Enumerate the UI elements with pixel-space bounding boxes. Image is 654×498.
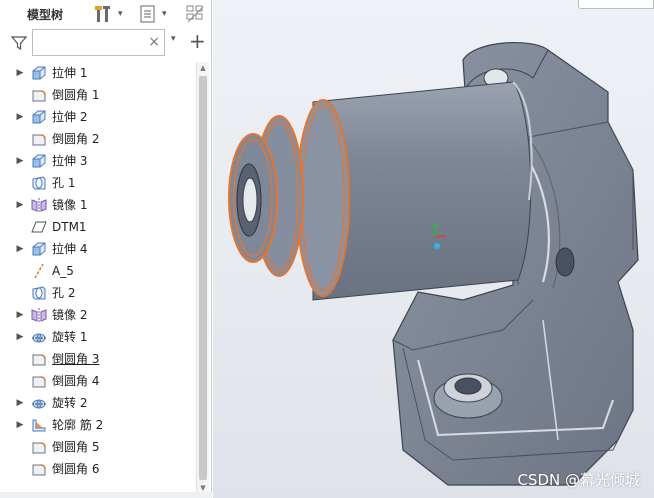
round-icon bbox=[31, 373, 47, 389]
tree-item-label: 拉伸 4 bbox=[52, 242, 88, 256]
tree-item[interactable]: DTM1 bbox=[0, 216, 196, 238]
filter-icon[interactable] bbox=[11, 35, 27, 51]
tree-item-label: 倒圆角 3 bbox=[52, 352, 100, 366]
tree-item[interactable]: ▶ 旋转 2 bbox=[0, 392, 196, 414]
tree-item[interactable]: ▶ 镜像 1 bbox=[0, 194, 196, 216]
3d-viewport[interactable]: CSDN @幕光倾城 bbox=[213, 0, 654, 498]
search-input[interactable] bbox=[36, 31, 150, 56]
hole-icon bbox=[31, 175, 47, 191]
tree-item[interactable]: ▶ 镜像 2 bbox=[0, 304, 196, 326]
expand-arrow-icon[interactable]: ▶ bbox=[15, 106, 25, 128]
panel-title: 模型树 bbox=[27, 8, 64, 22]
tree-item-label: 倒圆角 5 bbox=[52, 440, 100, 454]
tree-item[interactable]: ▶ 拉伸 2 bbox=[0, 106, 196, 128]
tree-item[interactable]: ▶ 拉伸 4 bbox=[0, 238, 196, 260]
expand-arrow-icon[interactable]: ▶ bbox=[15, 238, 25, 260]
tree-item-label: 旋转 2 bbox=[52, 396, 88, 410]
tree-scrollbar[interactable]: ▲ ▼ bbox=[196, 62, 209, 494]
tree-item[interactable]: 孔 1 bbox=[0, 172, 196, 194]
expand-arrow-icon[interactable]: ▶ bbox=[15, 62, 25, 84]
tree-item-label: 拉伸 3 bbox=[52, 154, 88, 168]
tree-item[interactable]: 倒圆角 1 bbox=[0, 84, 196, 106]
scroll-up-icon[interactable]: ▲ bbox=[197, 62, 209, 74]
round-icon bbox=[31, 131, 47, 147]
model-tree: ▶ 拉伸 1 倒圆角 1 ▶ 拉伸 2 倒圆角 2 ▶ 拉伸 3 孔 1 ▶ 镜像 1 DTM1 ▶ 拉伸… bbox=[0, 62, 196, 494]
tree-item-label: 镜像 1 bbox=[52, 198, 88, 212]
tree-item-label: 旋转 1 bbox=[52, 330, 88, 344]
round-icon bbox=[31, 461, 47, 477]
add-filter-button[interactable]: + bbox=[189, 28, 206, 54]
tree-item[interactable]: 倒圆角 3 bbox=[0, 348, 196, 370]
extrude-icon bbox=[31, 109, 47, 125]
round-icon bbox=[31, 87, 47, 103]
expand-arrow-icon[interactable]: ▶ bbox=[15, 304, 25, 326]
expand-arrow-icon[interactable]: ▶ bbox=[15, 194, 25, 216]
tree-item-label: 孔 1 bbox=[52, 176, 76, 190]
tree-item-label: 轮廓 筋 2 bbox=[52, 418, 104, 432]
profile-rib-icon bbox=[31, 417, 47, 433]
expand-arrow-icon[interactable]: ▶ bbox=[15, 414, 25, 436]
clear-search-icon[interactable]: × bbox=[148, 33, 160, 51]
tree-item[interactable]: ▶ 拉伸 3 bbox=[0, 150, 196, 172]
chevron-down-icon: ▾ bbox=[118, 9, 123, 19]
tree-item[interactable]: 倒圆角 2 bbox=[0, 128, 196, 150]
expand-arrow-icon[interactable]: ▶ bbox=[15, 150, 25, 172]
tree-item-label: 拉伸 2 bbox=[52, 110, 88, 124]
list-icon bbox=[140, 5, 155, 23]
tree-item[interactable]: 倒圆角 6 bbox=[0, 458, 196, 480]
expand-arrow-icon[interactable]: ▶ bbox=[15, 392, 25, 414]
chevron-down-icon: ▾ bbox=[162, 9, 167, 19]
tree-item-label: 镜像 2 bbox=[52, 308, 88, 322]
extrude-icon bbox=[31, 241, 47, 257]
tree-item-label: 倒圆角 4 bbox=[52, 374, 100, 388]
revolve-icon bbox=[31, 395, 47, 411]
filter-bar: × ▾ + bbox=[0, 28, 212, 58]
search-box: × bbox=[32, 29, 165, 56]
round-icon bbox=[31, 439, 47, 455]
mirror-icon bbox=[31, 197, 47, 213]
extrude-icon bbox=[31, 65, 47, 81]
revolve-icon bbox=[31, 329, 47, 345]
expand-arrow-icon[interactable]: ▶ bbox=[15, 326, 25, 348]
round-icon bbox=[31, 351, 47, 367]
model-tree-panel: 模型树 ▾ ▾ × ▾ + ▶ 拉伸 1 倒圆角 1 ▶ 拉伸 2 倒圆角 2 … bbox=[0, 0, 212, 498]
model-tree-header: 模型树 ▾ ▾ bbox=[0, 0, 212, 28]
scroll-thumb[interactable] bbox=[199, 76, 207, 480]
tree-item[interactable]: A_5 bbox=[0, 260, 196, 282]
tree-item[interactable]: 倒圆角 5 bbox=[0, 436, 196, 458]
mirror-icon bbox=[31, 307, 47, 323]
datum-plane-icon bbox=[31, 219, 47, 235]
panel-footer bbox=[0, 492, 212, 498]
tree-item[interactable]: ▶ 轮廓 筋 2 bbox=[0, 414, 196, 436]
datum-axis-icon bbox=[31, 263, 47, 279]
tree-item-label: 倒圆角 1 bbox=[52, 88, 100, 102]
visibility-toggle-button[interactable] bbox=[185, 3, 205, 25]
settings-dropdown-button[interactable]: ▾ bbox=[94, 3, 123, 25]
tree-item-label: DTM1 bbox=[52, 220, 87, 234]
cad-model[interactable] bbox=[213, 0, 654, 498]
tree-item-label: 孔 2 bbox=[52, 286, 76, 300]
tree-item[interactable]: ▶ 拉伸 1 bbox=[0, 62, 196, 84]
tree-item-label: 倒圆角 6 bbox=[52, 462, 100, 476]
hole-icon bbox=[31, 285, 47, 301]
hide-grid-icon bbox=[186, 5, 204, 23]
tree-item[interactable]: 孔 2 bbox=[0, 282, 196, 304]
extrude-icon bbox=[31, 153, 47, 169]
tree-item-label: 拉伸 1 bbox=[52, 66, 88, 80]
tools-icon bbox=[95, 6, 110, 22]
search-options-chevron-icon[interactable]: ▾ bbox=[171, 34, 176, 44]
tree-item-label: A_5 bbox=[52, 264, 74, 278]
watermark-text: CSDN @幕光倾城 bbox=[517, 471, 640, 489]
tree-item[interactable]: ▶ 旋转 1 bbox=[0, 326, 196, 348]
tree-item-label: 倒圆角 2 bbox=[52, 132, 100, 146]
show-dropdown-button[interactable]: ▾ bbox=[140, 3, 167, 25]
tree-item[interactable]: 倒圆角 4 bbox=[0, 370, 196, 392]
